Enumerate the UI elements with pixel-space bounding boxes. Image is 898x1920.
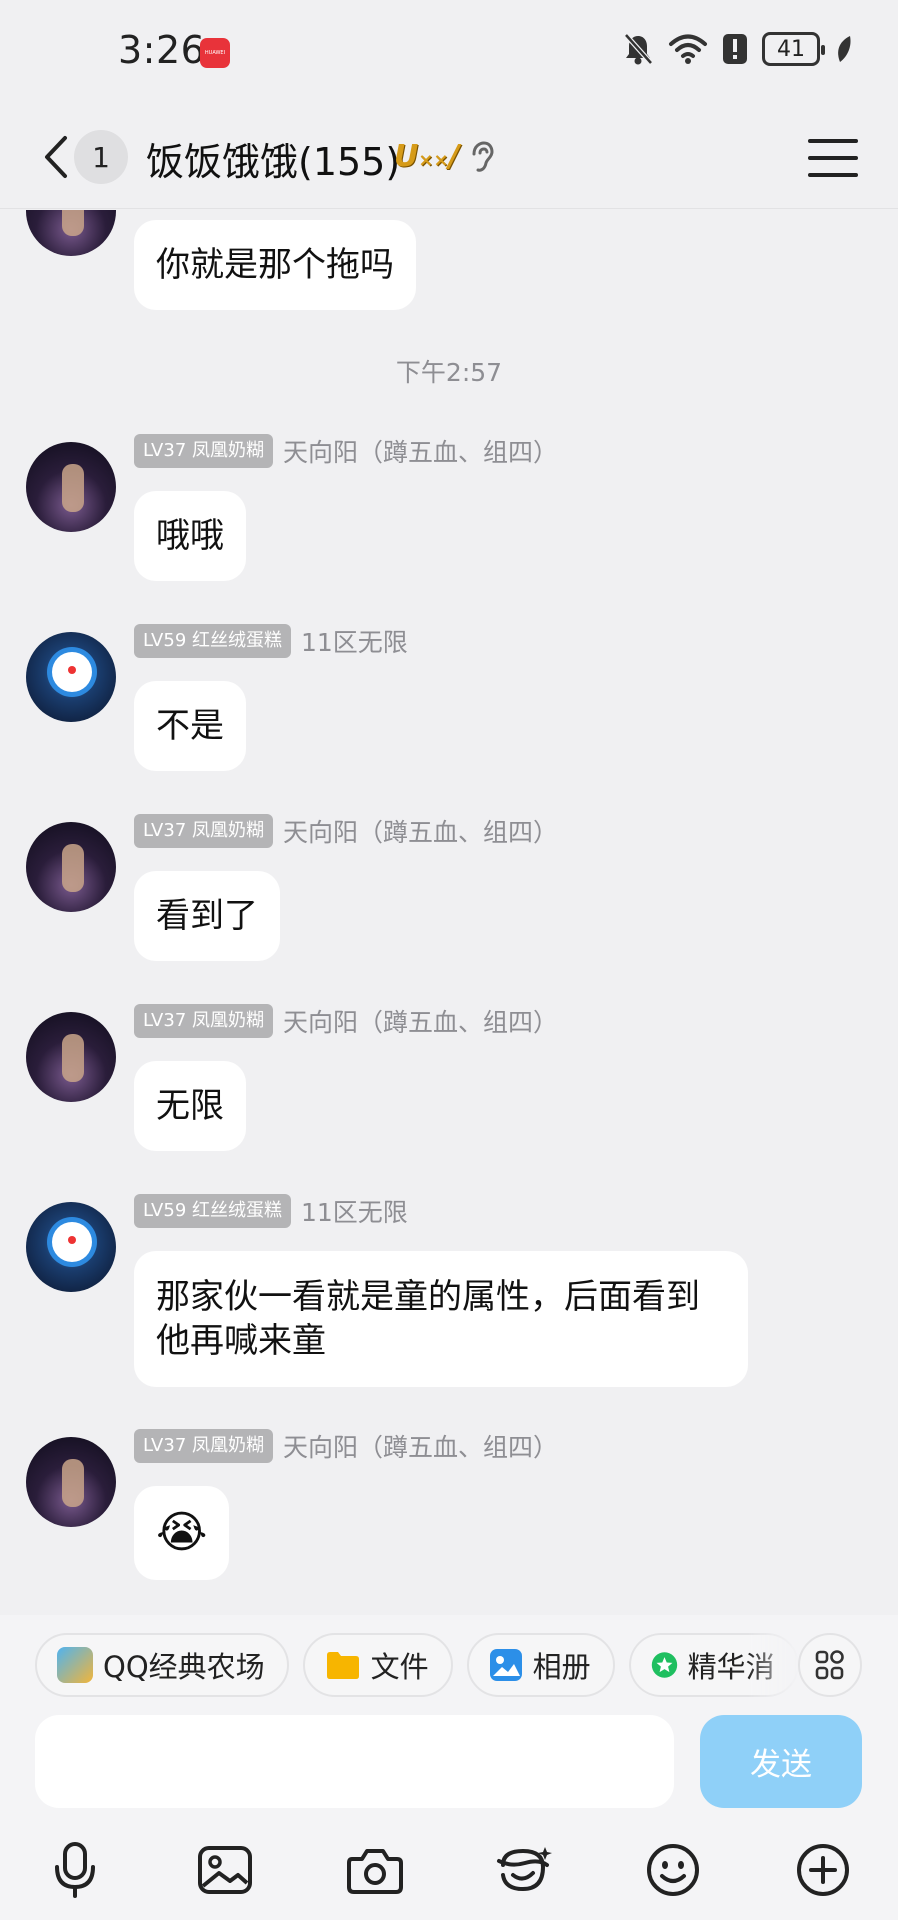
quick-action-label: QQ经典农场 bbox=[103, 1650, 265, 1684]
vip-badge-icon[interactable]: U××/ bbox=[394, 139, 460, 174]
sender-row: LV37 凤凰奶糊 天向阳（蹲五血、组四） bbox=[134, 813, 558, 849]
sender-name[interactable]: 11区无限 bbox=[301, 623, 408, 659]
doraemon-avatar[interactable] bbox=[26, 1202, 116, 1292]
title-badges: U××/ bbox=[394, 139, 494, 174]
quick-action-label: 精华消 bbox=[687, 1650, 775, 1684]
camera-icon[interactable] bbox=[340, 1835, 410, 1905]
sender-row: LV59 红丝绒蛋糕 11区无限 bbox=[134, 623, 408, 659]
message-bubble[interactable]: 看到了 bbox=[134, 871, 280, 961]
unread-count-badge[interactable]: 1 bbox=[74, 130, 128, 184]
level-badge: LV37 凤凰奶糊 bbox=[134, 1004, 273, 1038]
chat-title[interactable]: 饭饭饿饿(155) bbox=[146, 131, 400, 186]
sticker-svg bbox=[497, 1847, 552, 1892]
grid-icon bbox=[815, 1650, 844, 1680]
quick-action-highlights[interactable]: 精华消 bbox=[628, 1633, 799, 1697]
menu-button[interactable] bbox=[808, 133, 858, 183]
album-icon bbox=[489, 1649, 522, 1681]
microphone-svg bbox=[55, 1842, 95, 1898]
star-icon bbox=[651, 1652, 677, 1678]
emoji-icon[interactable] bbox=[638, 1835, 708, 1905]
status-icons: 41 bbox=[622, 32, 854, 66]
sender-name[interactable]: 天向阳（蹲五血、组四） bbox=[283, 433, 558, 469]
image-svg bbox=[198, 1846, 252, 1894]
chevron-left-icon bbox=[45, 136, 67, 178]
folder-icon bbox=[326, 1652, 359, 1679]
composer-area: QQ经典农场 文件 相册 精华消 发送 bbox=[0, 1615, 898, 1920]
girl-avatar[interactable] bbox=[26, 210, 116, 256]
sender-row: LV37 凤凰奶糊 天向阳（蹲五血、组四） bbox=[134, 1003, 558, 1039]
avatar-figure bbox=[62, 464, 84, 512]
menu-line bbox=[808, 139, 858, 143]
girl-avatar[interactable] bbox=[26, 1012, 116, 1102]
message-bubble[interactable]: 不是 bbox=[134, 681, 246, 771]
message-bubble[interactable]: 你就是那个拖吗 bbox=[134, 220, 416, 310]
sender-row: LV37 凤凰奶糊 天向阳（蹲五血、组四） bbox=[134, 1428, 558, 1464]
level-badge: LV37 凤凰奶糊 bbox=[134, 434, 273, 468]
level-badge: LV37 凤凰奶糊 bbox=[134, 1429, 273, 1463]
message-input[interactable] bbox=[35, 1715, 674, 1808]
doraemon-avatar[interactable] bbox=[26, 632, 116, 722]
back-button[interactable] bbox=[30, 127, 80, 187]
message-list[interactable]: 你就是那个拖吗 下午2:57 LV37 凤凰奶糊 天向阳（蹲五血、组四） 哦哦 … bbox=[0, 210, 898, 1615]
sender-row: LV59 红丝绒蛋糕 11区无限 bbox=[134, 1193, 408, 1229]
quick-action-album[interactable]: 相册 bbox=[466, 1633, 615, 1697]
girl-avatar[interactable] bbox=[26, 442, 116, 532]
avatar-figure bbox=[62, 1034, 84, 1082]
image-icon[interactable] bbox=[190, 1835, 260, 1905]
crying-emoji-bubble[interactable]: 😭 bbox=[134, 1486, 230, 1580]
quick-action-label: 相册 bbox=[532, 1650, 591, 1684]
alert-icon bbox=[723, 34, 747, 64]
emoji-svg bbox=[647, 1844, 699, 1896]
sender-name[interactable]: 11区无限 bbox=[301, 1193, 408, 1229]
level-badge: LV59 红丝绒蛋糕 bbox=[134, 1194, 291, 1228]
quick-action-farm[interactable]: QQ经典农场 bbox=[35, 1633, 289, 1697]
sender-name[interactable]: 天向阳（蹲五血、组四） bbox=[283, 1003, 558, 1039]
quick-action-label: 文件 bbox=[370, 1650, 429, 1684]
menu-line bbox=[808, 173, 858, 177]
sender-name[interactable]: 天向阳（蹲五血、组四） bbox=[283, 813, 558, 849]
girl-avatar[interactable] bbox=[26, 1437, 116, 1527]
chat-header: 1 饭饭饿饿(155) U××/ bbox=[0, 105, 898, 209]
message-timestamp: 下午2:57 bbox=[395, 358, 503, 387]
input-toolbar bbox=[0, 1835, 898, 1915]
huawei-app-icon: HUAWEI bbox=[200, 38, 230, 68]
leaf-icon bbox=[838, 36, 851, 62]
avatar-figure bbox=[62, 210, 84, 236]
level-badge: LV59 红丝绒蛋糕 bbox=[134, 624, 291, 658]
bell-muted-icon bbox=[624, 33, 653, 65]
send-button[interactable]: 发送 bbox=[700, 1715, 862, 1808]
sticker-icon[interactable] bbox=[490, 1835, 560, 1905]
message-bubble[interactable]: 无限 bbox=[134, 1061, 246, 1151]
message-bubble[interactable]: 哦哦 bbox=[134, 491, 246, 581]
quick-action-file[interactable]: 文件 bbox=[302, 1633, 453, 1697]
ear-icon[interactable] bbox=[468, 140, 494, 174]
status-time: 3:26 bbox=[118, 28, 206, 72]
battery-icon: 41 bbox=[762, 32, 825, 66]
sender-name[interactable]: 天向阳（蹲五血、组四） bbox=[283, 1428, 558, 1464]
microphone-icon[interactable] bbox=[40, 1835, 110, 1905]
girl-avatar[interactable] bbox=[26, 822, 116, 912]
plus-icon[interactable] bbox=[788, 1835, 858, 1905]
avatar-nose bbox=[68, 1236, 76, 1244]
camera-svg bbox=[347, 1849, 403, 1894]
menu-line bbox=[808, 156, 858, 160]
avatar-figure bbox=[62, 844, 84, 892]
farm-icon bbox=[57, 1647, 93, 1683]
plus-svg bbox=[797, 1844, 849, 1896]
chat-screen: 3:26 HUAWEI 41 1 饭饭饿饿(155) U××/ 你就是那个拖吗 … bbox=[0, 0, 898, 1920]
quick-action-row: QQ经典农场 文件 相册 精华消 bbox=[35, 1633, 799, 1697]
level-badge: LV37 凤凰奶糊 bbox=[134, 814, 273, 848]
message-bubble[interactable]: 那家伙一看就是童的属性，后面看到他再喊来童 bbox=[134, 1251, 748, 1387]
status-bar: 3:26 HUAWEI 41 bbox=[0, 0, 898, 105]
more-apps-button[interactable] bbox=[798, 1633, 862, 1697]
sender-row: LV37 凤凰奶糊 天向阳（蹲五血、组四） bbox=[134, 433, 558, 469]
wifi-icon bbox=[669, 34, 707, 64]
avatar-figure bbox=[62, 1459, 84, 1507]
avatar-nose bbox=[68, 666, 76, 674]
